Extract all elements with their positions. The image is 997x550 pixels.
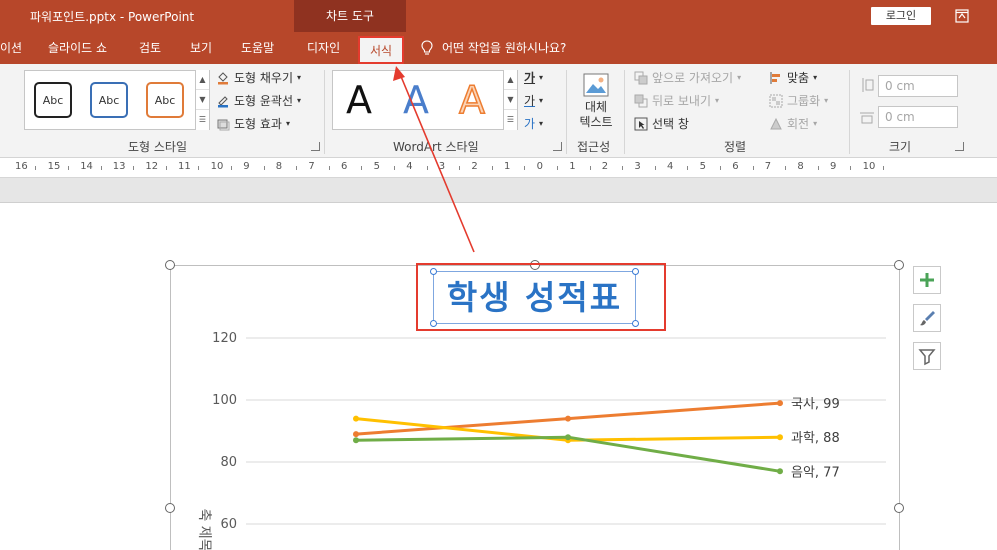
annotation-arrow — [393, 66, 475, 253]
powerpoint-window: 파워포인트.pptx - PowerPoint 차트 도구 로그인 이션 슬라이… — [0, 0, 997, 550]
